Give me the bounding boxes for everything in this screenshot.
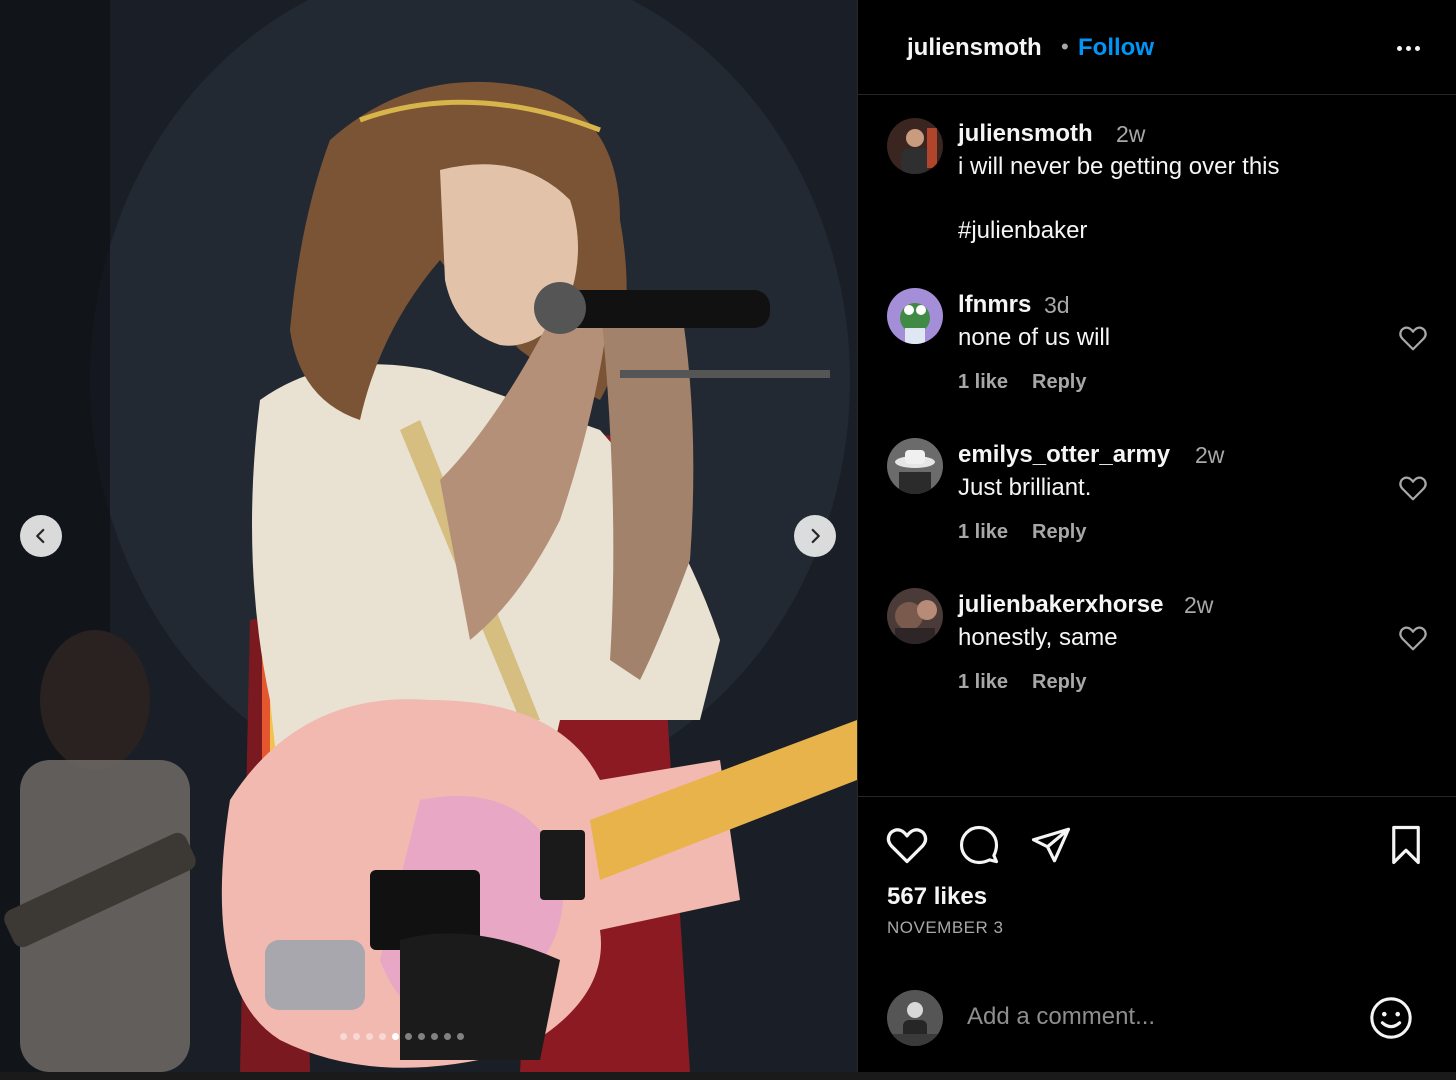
header-username[interactable]: juliensmoth [907,34,1042,62]
comment-username[interactable]: emilys_otter_army [958,441,1170,469]
paper-plane-icon[interactable] [1029,824,1073,866]
comment-likes[interactable]: 1 like [958,671,1008,694]
comment-avatar[interactable] [887,288,943,344]
carousel-dot [405,1033,412,1040]
follow-button[interactable]: Follow [1078,34,1154,62]
carousel-dot [366,1033,373,1040]
carousel-dot [431,1033,438,1040]
comment-reply-button[interactable]: Reply [1032,671,1086,694]
heart-outline-icon[interactable] [885,824,929,866]
comment-time: 3d [1044,292,1070,318]
caption-username[interactable]: juliensmoth [958,120,1093,148]
comment-like-icon[interactable] [1398,624,1428,652]
post-date: NOVEMBER 3 [887,918,1004,937]
post-header: juliensmoth • Follow [858,0,1456,95]
carousel-dot [353,1033,360,1040]
comment-avatar[interactable] [887,438,943,494]
comment-likes[interactable]: 1 like [958,521,1008,544]
composer-avatar [887,990,943,1046]
carousel-dot [340,1033,347,1040]
caption-avatar[interactable] [887,118,943,174]
comment-username[interactable]: julienbakerxhorse [958,591,1163,619]
comment-time: 2w [1184,592,1214,618]
previous-slide-button[interactable] [20,515,62,557]
carousel-indicator [340,1033,464,1040]
comment-text: honestly, same [958,624,1118,651]
header-separator: • [1061,34,1069,59]
comment-reply-button[interactable]: Reply [1032,521,1086,544]
carousel-dot [379,1033,386,1040]
comment-reply-button[interactable]: Reply [1032,371,1086,394]
likes-count[interactable]: 567 likes [887,883,987,911]
comment-text: none of us will [958,324,1111,351]
post-details-pane: juliensmoth • Follow juliensmoth 2w i wi… [858,0,1456,1072]
comment-bubble-icon[interactable] [957,824,1001,866]
comment-like-icon[interactable] [1398,474,1428,502]
window-bottom-edge [0,1072,1456,1080]
chevron-left-icon [36,528,45,544]
next-slide-button[interactable] [794,515,836,557]
carousel-dot [418,1033,425,1040]
caption-hashtag[interactable]: #julienbaker [958,217,1087,245]
carousel-dot [457,1033,464,1040]
bookmark-icon[interactable] [1384,824,1428,866]
chevron-right-icon [811,528,820,544]
comment-username[interactable]: lfnmrs [958,291,1031,319]
actions-divider [858,796,1456,797]
caption-text: i will never be getting over this [958,153,1280,180]
carousel-dot [392,1033,399,1040]
comment-like-icon[interactable] [1398,324,1428,352]
add-comment-input[interactable] [967,1003,1347,1031]
post-photo [0,0,857,1072]
more-options-icon[interactable] [1390,30,1426,66]
smiley-icon[interactable] [1368,995,1414,1041]
post-media[interactable] [0,0,857,1072]
caption-time: 2w [1116,121,1146,147]
carousel-dot [444,1033,451,1040]
comment-likes[interactable]: 1 like [958,371,1008,394]
comment-avatar[interactable] [887,588,943,644]
comment-time: 2w [1195,442,1225,468]
comment-text: Just brilliant. [958,474,1092,501]
